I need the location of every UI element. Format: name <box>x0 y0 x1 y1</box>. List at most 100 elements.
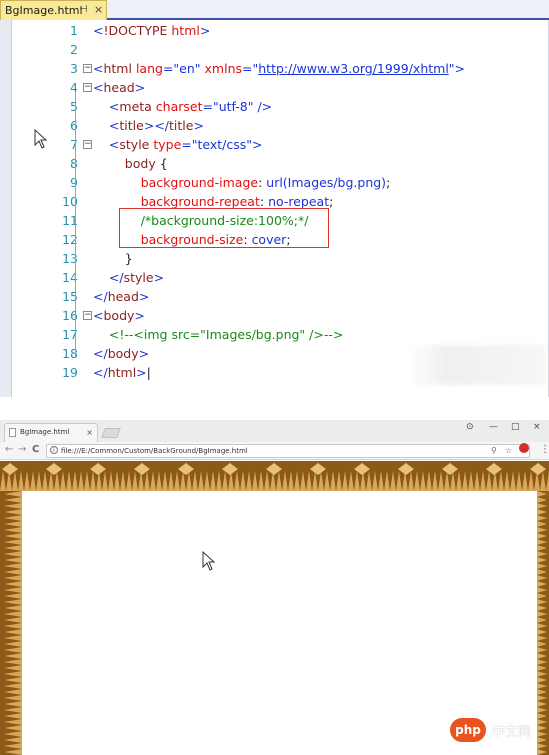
frame-spike <box>24 471 30 491</box>
code-token: < <box>93 80 104 95</box>
frame-diamond <box>442 463 458 475</box>
frame-spike <box>4 587 22 593</box>
code-text: <title></title> <box>93 116 204 135</box>
fold-toggle-icon[interactable]: − <box>83 311 92 320</box>
menu-icon[interactable]: ⋮ <box>540 444 549 455</box>
frame-spike <box>4 743 22 749</box>
code-token: html <box>103 61 136 76</box>
info-icon[interactable]: i <box>50 446 58 454</box>
frame-spike <box>537 647 547 653</box>
code-token: < <box>108 99 120 114</box>
search-icon[interactable]: ⚲ <box>491 445 497 457</box>
maximize-button[interactable]: □ <box>511 422 520 432</box>
code-line[interactable]: 9 background-image: url(Images/bg.png); <box>12 173 542 192</box>
line-number: 18 <box>62 346 78 361</box>
page-icon <box>9 428 16 437</box>
back-button[interactable]: ← <box>5 444 13 455</box>
frame-spike <box>537 617 547 623</box>
profile-icon[interactable]: ⊙ <box>466 422 474 432</box>
address-text: file:///E:/Common/Custom/BackGround/BgIm… <box>61 447 248 455</box>
browser-toolbar: ← → C i file:///E:/Common/Custom/BackGro… <box>0 442 549 460</box>
frame-spike <box>474 471 480 491</box>
frame-spike <box>4 563 22 569</box>
line-number: 3 <box>70 61 78 76</box>
reload-button[interactable]: C <box>32 444 39 455</box>
adblock-icon[interactable] <box>519 443 529 453</box>
frame-spike <box>150 471 156 491</box>
window-close-button[interactable]: × <box>533 422 541 432</box>
line-number: 6 <box>46 116 78 135</box>
frame-spike <box>72 471 78 491</box>
code-line[interactable]: 8 body { <box>12 154 542 173</box>
frame-spike <box>330 471 336 491</box>
code-line[interactable]: 1 <!DOCTYPE html> <box>12 21 542 40</box>
frame-spike <box>456 471 462 491</box>
frame-spike <box>4 749 22 755</box>
code-line[interactable]: 15 </head> <box>12 287 542 306</box>
new-tab-button[interactable] <box>101 428 121 438</box>
line-number: 11 <box>62 213 78 228</box>
browser-window: BgImage.html × ⊙ — □ × ← → C i file:///E… <box>0 420 549 755</box>
code-token: title <box>169 118 194 133</box>
line-number: 13 <box>62 251 78 266</box>
frame-spike <box>300 471 306 491</box>
code-line[interactable]: 14 </style> <box>12 268 542 287</box>
code-line[interactable]: 17 <!--<img src="Images/bg.png" />--> <box>12 325 542 344</box>
pin-icon[interactable]: ⊣ <box>79 4 88 15</box>
highlight-box <box>119 208 329 248</box>
frame-spike <box>78 471 84 491</box>
code-line[interactable]: 3− <html lang="en" xmlns="http://www.w3.o… <box>12 59 542 78</box>
frame-spike <box>537 491 547 497</box>
frame-diamond <box>2 463 18 475</box>
frame-spike <box>90 471 96 491</box>
frame-spike <box>408 471 414 491</box>
frame-spike <box>4 551 22 557</box>
frame-spike <box>537 503 547 509</box>
code-token: lang <box>135 61 163 76</box>
file-tab[interactable]: BgImage.html ⊣ × <box>0 0 107 20</box>
page-viewport[interactable] <box>0 461 549 755</box>
code-token: =" <box>181 137 198 152</box>
fold-toggle-icon[interactable]: − <box>83 140 92 149</box>
code-token: type <box>153 137 182 152</box>
code-token: </ <box>93 365 108 380</box>
frame-spike <box>294 471 300 491</box>
frame-spike <box>366 471 372 491</box>
forward-button[interactable]: → <box>18 444 26 455</box>
code-line[interactable]: 16− <body> <box>12 306 542 325</box>
code-line[interactable]: 4− <head> <box>12 78 542 97</box>
browser-tab[interactable]: BgImage.html × <box>4 423 98 442</box>
frame-spike <box>372 471 378 491</box>
frame-spike <box>537 575 547 581</box>
code-line[interactable]: 6 <title></title> <box>12 116 542 135</box>
frame-spike <box>468 471 474 491</box>
frame-diamond <box>46 463 62 475</box>
frame-spike <box>510 471 516 491</box>
code-token: : <box>259 194 269 209</box>
fold-toggle-icon[interactable]: − <box>83 64 92 73</box>
code-token: en <box>179 61 195 76</box>
frame-spike <box>537 671 547 677</box>
code-line[interactable]: 2 <box>12 40 542 59</box>
tab-close-icon[interactable]: × <box>86 424 93 441</box>
code-line[interactable]: 7− <style type="text/css"> <box>12 135 542 154</box>
frame-spike <box>4 557 22 563</box>
frame-spike <box>4 569 22 575</box>
frame-spike <box>537 689 547 695</box>
address-bar[interactable]: i file:///E:/Common/Custom/BackGround/Bg… <box>46 444 530 458</box>
code-token: xmlns <box>204 61 243 76</box>
frame-spike <box>4 581 22 587</box>
fold-toggle-icon[interactable]: − <box>83 83 92 92</box>
watermark-text: 中文网 <box>492 725 532 740</box>
close-icon[interactable]: × <box>94 3 103 16</box>
code-text: </style> <box>93 268 164 287</box>
frame-diamond <box>266 463 282 475</box>
bookmark-star-icon[interactable]: ☆ <box>505 445 512 457</box>
frame-spike <box>4 497 22 503</box>
code-line[interactable]: 13 } <box>12 249 542 268</box>
code-line[interactable]: 5 <meta charset="utf-8" /> <box>12 97 542 116</box>
minimize-button[interactable]: — <box>489 422 498 432</box>
